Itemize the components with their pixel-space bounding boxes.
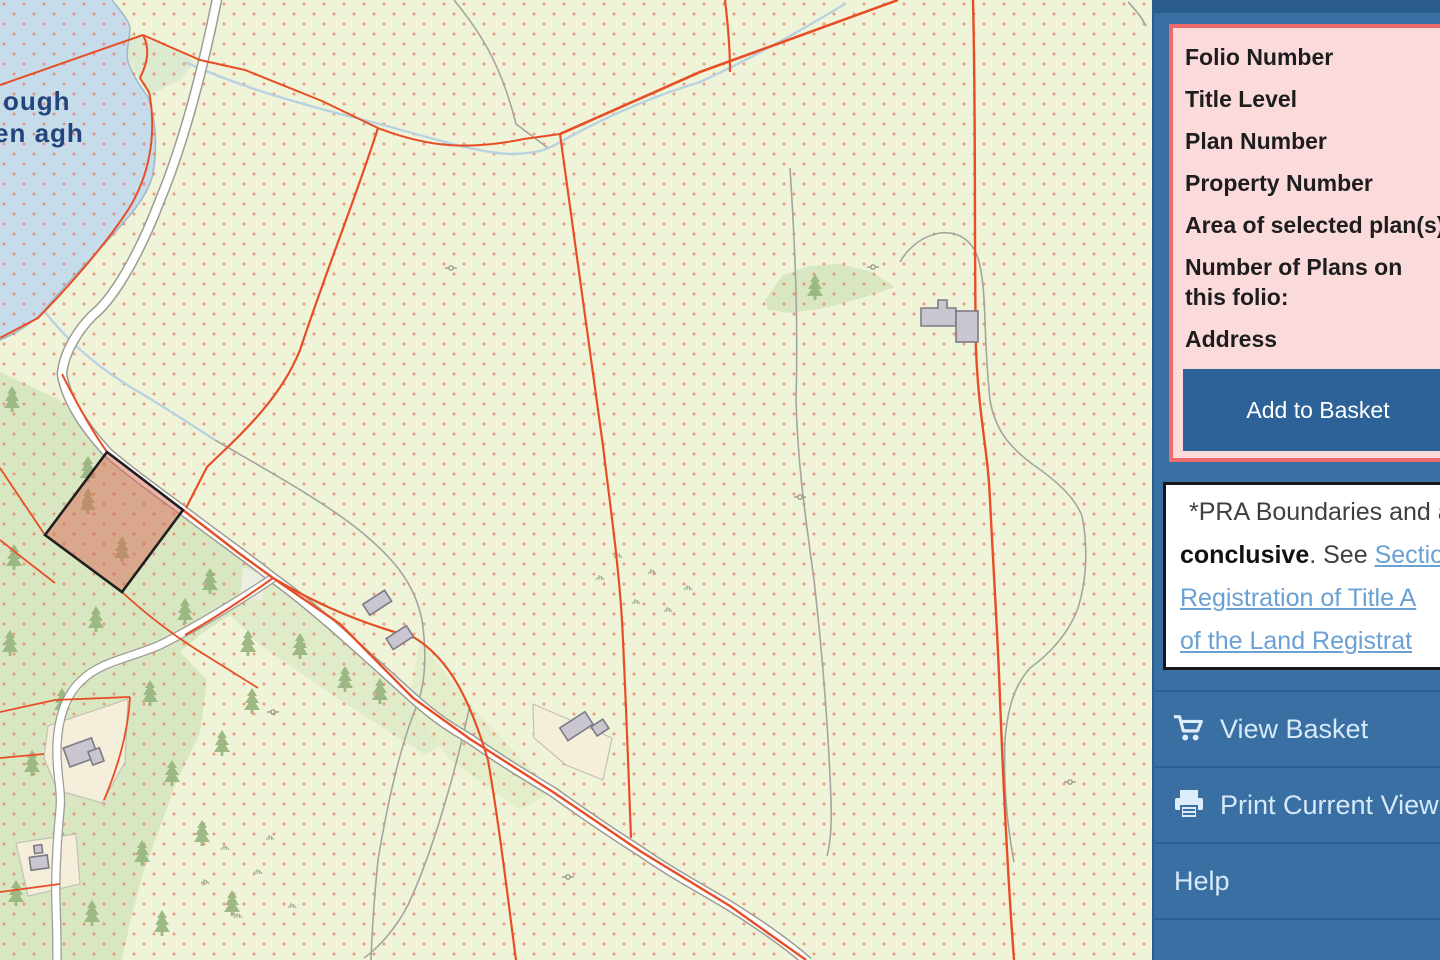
menu-label: Help bbox=[1174, 866, 1230, 897]
menu-help[interactable]: Help bbox=[1154, 842, 1440, 918]
disclaimer-mid-text: . See bbox=[1309, 541, 1374, 569]
add-to-basket-button[interactable]: Add to Basket bbox=[1183, 369, 1440, 451]
land-registration-rules-link[interactable]: of the Land Registrat bbox=[1180, 627, 1412, 655]
dot-pattern-overlay bbox=[0, 0, 1152, 960]
menu-divider bbox=[1154, 918, 1440, 920]
map-canvas: ough en agh bbox=[0, 0, 1152, 960]
disclaimer-line-4: of the Land Registrat bbox=[1180, 620, 1440, 663]
landdirect-map-viewer: { "map": { "lake_label": { "line1": "oug… bbox=[0, 0, 1440, 960]
menu-label: Print Current View bbox=[1220, 790, 1439, 821]
info-label-plan-count: Number of Plans on this folio: bbox=[1185, 252, 1437, 312]
info-label-area: Area of selected plan(s) bbox=[1185, 210, 1440, 240]
info-label-plan-number: Plan Number bbox=[1185, 126, 1440, 156]
info-label-address: Address bbox=[1185, 324, 1440, 354]
cart-icon bbox=[1172, 712, 1206, 746]
menu-print-current-view[interactable]: Print Current View bbox=[1154, 766, 1440, 842]
disclaimer-box: *PRA Boundaries and ar conclusive. See S… bbox=[1163, 482, 1440, 670]
disclaimer-text: *PRA Boundaries and ar bbox=[1189, 498, 1440, 526]
panel-top-bar bbox=[1154, 0, 1440, 13]
map-viewport[interactable]: ough en agh bbox=[0, 0, 1152, 960]
menu-view-basket[interactable]: View Basket bbox=[1154, 690, 1440, 766]
printer-icon bbox=[1172, 788, 1206, 822]
disclaimer-line-2: conclusive. See Sectio bbox=[1180, 534, 1440, 577]
menu-label: View Basket bbox=[1220, 714, 1368, 745]
lake-label-line1: ough bbox=[3, 86, 71, 116]
registration-of-title-link[interactable]: Registration of Title A bbox=[1180, 584, 1416, 612]
info-label-folio-number: Folio Number bbox=[1185, 42, 1440, 72]
panel-menu: View Basket Print Current View Help bbox=[1154, 690, 1440, 920]
plan-info-box: Folio Number Title Level Plan Number Pro… bbox=[1169, 24, 1440, 462]
info-label-title-level: Title Level bbox=[1185, 84, 1440, 114]
side-panel: Folio Number Title Level Plan Number Pro… bbox=[1152, 0, 1440, 960]
info-label-property-number: Property Number bbox=[1185, 168, 1440, 198]
disclaimer-bold-text: conclusive bbox=[1180, 541, 1309, 569]
section-link[interactable]: Sectio bbox=[1375, 541, 1440, 569]
disclaimer-line-1: *PRA Boundaries and ar bbox=[1180, 491, 1440, 534]
disclaimer-line-3: Registration of Title A bbox=[1180, 577, 1440, 620]
lake-label-line2: en agh bbox=[0, 118, 84, 148]
